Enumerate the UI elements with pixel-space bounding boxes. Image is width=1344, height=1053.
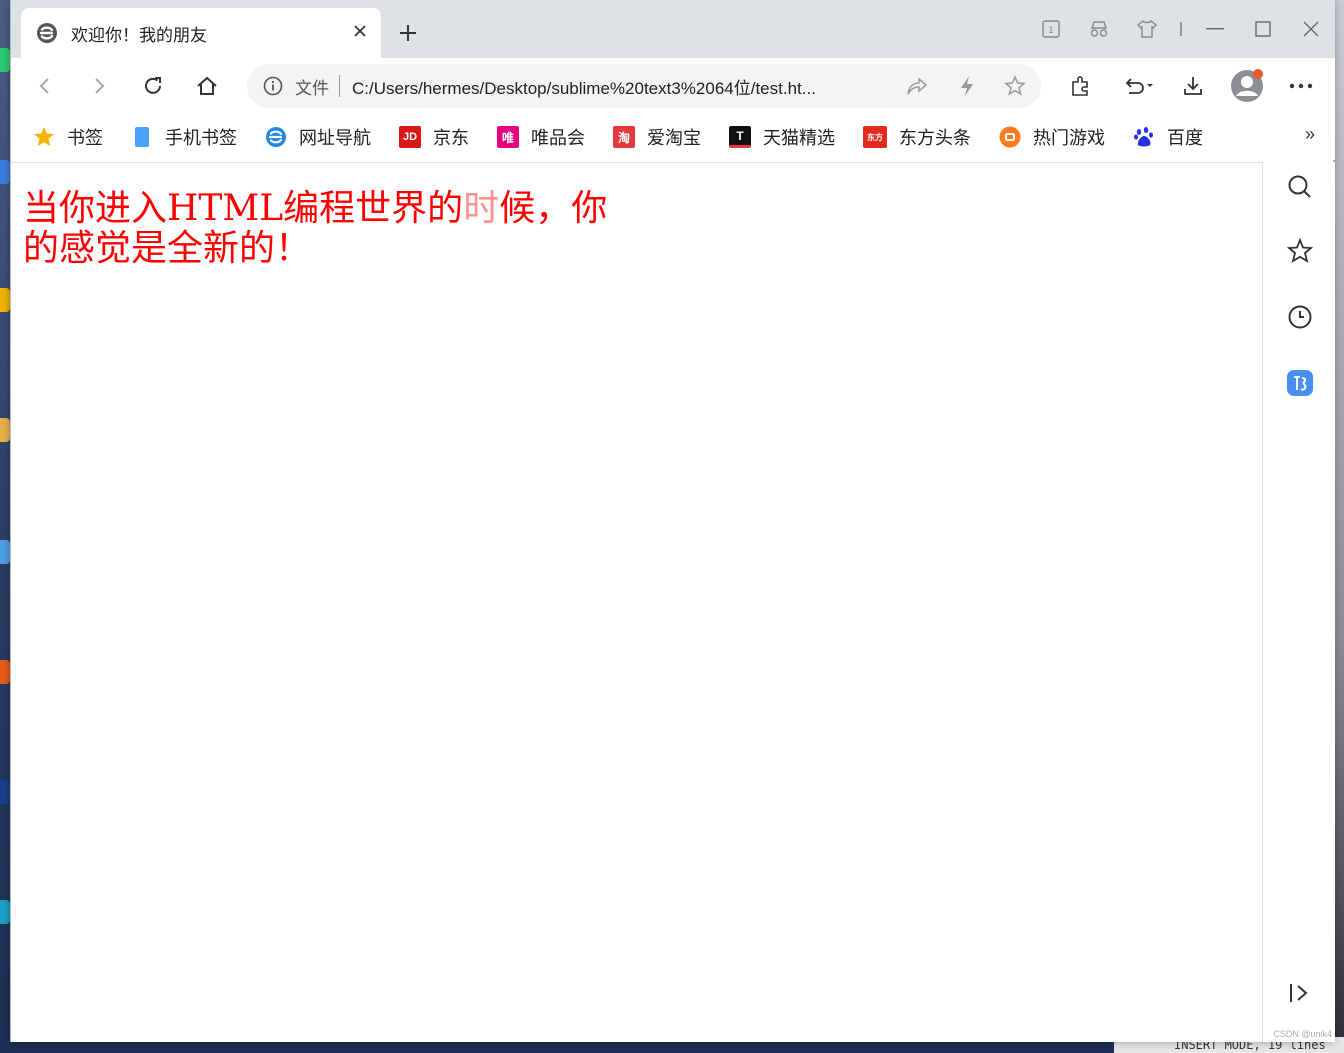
history-clock-icon[interactable] xyxy=(1283,300,1317,334)
desktop-app-icon[interactable] xyxy=(0,160,10,184)
bookmark-item-mobile[interactable]: 手机书签 xyxy=(131,124,237,150)
bookmark-label: 京东 xyxy=(433,128,469,148)
bookmark-label: 百度 xyxy=(1167,128,1203,148)
incognito-icon[interactable] xyxy=(1075,14,1123,44)
bookmark-star-icon[interactable] xyxy=(1003,74,1027,98)
desktop-edge-icon[interactable] xyxy=(0,900,10,924)
desktop-app-icon[interactable] xyxy=(0,780,10,804)
phone-icon xyxy=(131,126,153,148)
page-paragraph: 当你进入HTML编程世界的时候，你的感觉是全新的！ xyxy=(23,189,613,269)
collapse-sidebar-icon[interactable] xyxy=(1283,976,1317,1010)
sidebar-app-icon[interactable] xyxy=(1283,366,1317,400)
bookmark-item-baidu[interactable]: 百度 xyxy=(1133,124,1203,150)
baidu-paw-icon xyxy=(1133,126,1155,148)
desktop-app-icon[interactable] xyxy=(0,288,10,312)
favorites-star-icon[interactable] xyxy=(1283,234,1317,268)
search-icon[interactable] xyxy=(1283,170,1317,204)
window-controls: 1 xyxy=(1027,14,1335,44)
page-text-selected-char: 时 xyxy=(463,188,500,229)
svg-text:1: 1 xyxy=(1048,26,1054,36)
jd-icon: JD xyxy=(399,126,421,148)
desktop-app-icon[interactable] xyxy=(0,660,10,684)
bookmark-label: 手机书签 xyxy=(165,128,237,148)
vip-icon: 唯 xyxy=(497,126,519,148)
bookmark-label: 书签 xyxy=(67,128,103,148)
home-icon[interactable] xyxy=(191,70,223,102)
minimize-icon[interactable] xyxy=(1191,14,1239,44)
site-info-icon[interactable] xyxy=(261,74,285,98)
bookmark-label: 东方头条 xyxy=(899,128,971,148)
desktop-app-icon[interactable] xyxy=(0,48,10,72)
forward-arrow-icon[interactable] xyxy=(83,70,115,102)
browser-window: 欢迎你！我的朋友 1 文件 C:/Users/hermes/Desktop/su… xyxy=(10,0,1335,1042)
maximize-icon[interactable] xyxy=(1239,14,1287,44)
star-icon xyxy=(33,126,55,148)
download-icon[interactable] xyxy=(1177,70,1209,102)
new-tab-button[interactable] xyxy=(393,18,423,48)
close-tab-icon[interactable] xyxy=(349,20,371,42)
user-avatar-icon[interactable] xyxy=(1229,68,1265,104)
skin-shirt-icon[interactable] xyxy=(1123,14,1171,44)
page-text-main: 当你进入HTML编程世界的 xyxy=(23,188,464,229)
address-separator xyxy=(339,75,340,97)
bookmark-item-games[interactable]: 热门游戏 xyxy=(999,124,1105,150)
bookmarks-bar: 书签 手机书签 网址导航 JD 京东 唯 唯品会 淘 爱淘宝 T 天猫精选 东方… xyxy=(11,114,1335,160)
address-bar[interactable]: 文件 C:/Users/hermes/Desktop/sublime%20tex… xyxy=(247,64,1041,108)
background-window-edge xyxy=(1334,0,1344,1053)
close-window-icon[interactable] xyxy=(1287,14,1335,44)
bookmarks-overflow-button[interactable]: » xyxy=(1305,124,1315,145)
bookmark-item-nav[interactable]: 网址导航 xyxy=(265,124,371,150)
back-arrow-icon[interactable] xyxy=(29,70,61,102)
bookmark-item-taobao[interactable]: 淘 爱淘宝 xyxy=(613,124,701,150)
tab-counter-icon[interactable]: 1 xyxy=(1027,14,1075,44)
tmall-icon: T xyxy=(729,126,751,148)
separator xyxy=(1171,14,1191,44)
extensions-icon[interactable] xyxy=(1065,70,1097,102)
undo-dropdown-icon[interactable] xyxy=(1119,70,1159,102)
url-text[interactable]: C:/Users/hermes/Desktop/sublime%20text3%… xyxy=(352,74,892,99)
bookmark-label: 热门游戏 xyxy=(1033,128,1105,148)
bookmark-item-dftt[interactable]: 东方 东方头条 xyxy=(863,124,971,150)
lightning-icon[interactable] xyxy=(955,74,979,98)
url-scheme-label: 文件 xyxy=(295,78,329,98)
bookmark-item-vip[interactable]: 唯 唯品会 xyxy=(497,124,585,150)
taobao-icon: 淘 xyxy=(613,126,635,148)
right-sidebar xyxy=(1263,162,1335,1042)
browser-e-logo-icon xyxy=(35,21,59,45)
bookmark-label: 唯品会 xyxy=(531,128,585,148)
bookmark-label: 网址导航 xyxy=(299,128,371,148)
game-icon xyxy=(999,126,1021,148)
bookmark-item-bookmarks[interactable]: 书签 xyxy=(33,124,103,150)
refresh-icon[interactable] xyxy=(137,70,169,102)
bookmark-label: 爱淘宝 xyxy=(647,128,701,148)
navigation-toolbar: 文件 C:/Users/hermes/Desktop/sublime%20tex… xyxy=(11,58,1335,114)
bookmark-item-jd[interactable]: JD 京东 xyxy=(399,124,469,150)
bookmark-label: 天猫精选 xyxy=(763,128,835,148)
bookmark-item-tmall[interactable]: T 天猫精选 xyxy=(729,124,835,150)
watermark-text: CSDN @unik4 xyxy=(1273,1029,1332,1039)
tab-title: 欢迎你！我的朋友 xyxy=(71,25,207,45)
dftt-icon: 东方 xyxy=(863,126,887,148)
page-viewport: 当你进入HTML编程世界的时候，你的感觉是全新的！ xyxy=(11,162,1263,1042)
desktop-app-icon[interactable] xyxy=(0,540,10,564)
more-menu-icon[interactable] xyxy=(1285,70,1317,102)
browser-e-icon xyxy=(265,126,287,148)
active-tab[interactable]: 欢迎你！我的朋友 xyxy=(21,8,381,58)
share-icon[interactable] xyxy=(905,74,929,98)
tab-strip: 欢迎你！我的朋友 1 xyxy=(11,0,1335,58)
desktop-folder-icon[interactable] xyxy=(0,418,10,442)
